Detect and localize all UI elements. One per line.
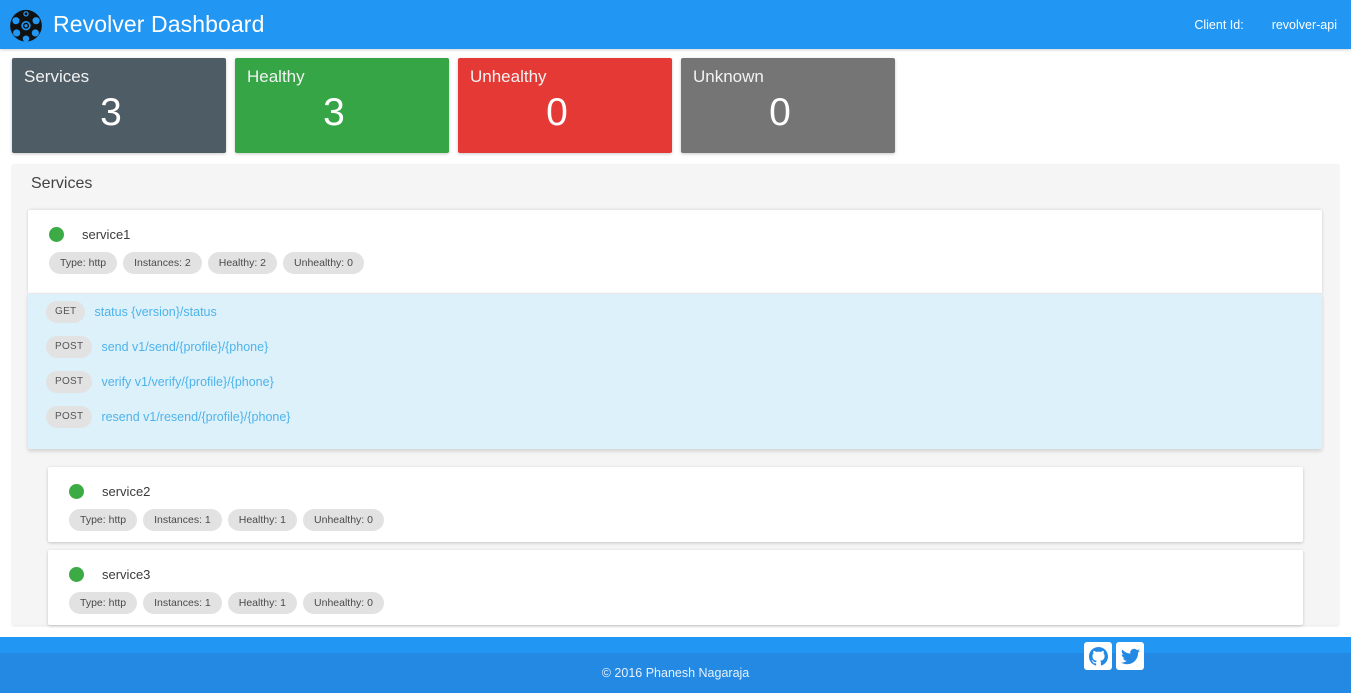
stat-card-services[interactable]: Services 3 (12, 58, 226, 153)
revolver-cylinder-icon (10, 9, 42, 42)
stats-row: Services 3 Healthy 3 Unhealthy 0 Unknown… (12, 58, 895, 153)
twitter-icon (1120, 648, 1140, 664)
badge-type: Type: http (69, 592, 138, 614)
services-panel: Services service1 Type: http Instances: … (12, 164, 1339, 625)
service-name: service2 (102, 484, 151, 499)
panel-title: Services (31, 175, 93, 192)
stat-value: 3 (323, 91, 345, 134)
service-endpoints: GET status {version}/status POST send v1… (28, 293, 1322, 449)
stat-value: 3 (100, 91, 122, 134)
badge-unhealthy: Unhealthy: 0 (303, 509, 384, 531)
stat-card-unknown[interactable]: Unknown 0 (681, 58, 895, 153)
endpoint-path-link[interactable]: status {version}/status (94, 305, 216, 319)
github-link[interactable] (1084, 642, 1112, 670)
service-card[interactable]: service2 Type: http Instances: 1 Healthy… (48, 467, 1303, 542)
footer-social-links (1084, 642, 1144, 670)
badge-healthy: Healthy: 1 (227, 592, 298, 614)
status-dot-icon (49, 227, 64, 242)
navbar-right: Client Id: revolver-api (1194, 18, 1351, 32)
stat-card-healthy[interactable]: Healthy 3 (235, 58, 449, 153)
http-method-badge: POST (46, 405, 93, 428)
app-root: Revolver Dashboard Client Id: revolver-a… (0, 0, 1351, 693)
service-name: service1 (82, 227, 131, 242)
badge-type: Type: http (69, 509, 138, 531)
github-icon (1088, 646, 1108, 666)
footer: © 2016 Phanesh Nagaraja (0, 642, 1351, 693)
badge-healthy: Healthy: 1 (227, 509, 298, 531)
endpoint-path-link[interactable]: resend v1/resend/{profile}/{phone} (101, 410, 290, 424)
client-id-value: revolver-api (1271, 17, 1337, 32)
stat-title: Unhealthy (470, 67, 547, 86)
badge-healthy: Healthy: 2 (207, 252, 278, 274)
stat-card-unhealthy[interactable]: Unhealthy 0 (458, 58, 672, 153)
service-card[interactable]: service1 Type: http Instances: 2 Healthy… (28, 210, 1322, 293)
client-id-label: Client Id: (1194, 17, 1244, 32)
brand-title: Revolver Dashboard (53, 11, 265, 37)
service-badges: Type: http Instances: 1 Healthy: 1 Unhea… (48, 509, 1303, 531)
footer-copyright: © 2016 Phanesh Nagaraja (601, 666, 750, 680)
status-dot-icon (69, 567, 84, 582)
badge-unhealthy: Unhealthy: 0 (303, 592, 384, 614)
stat-title: Unknown (693, 67, 764, 86)
top-navbar: Revolver Dashboard Client Id: revolver-a… (0, 0, 1351, 49)
service-header: service1 (28, 210, 1322, 244)
badge-instances: Instances: 1 (143, 592, 222, 614)
endpoint-row[interactable]: POST send v1/send/{profile}/{phone} (28, 329, 1322, 364)
http-method-badge: POST (46, 335, 93, 358)
status-dot-icon (69, 484, 84, 499)
endpoint-path-link[interactable]: send v1/send/{profile}/{phone} (101, 340, 268, 354)
badge-instances: Instances: 2 (123, 252, 202, 274)
service-header: service3 (48, 550, 1303, 584)
service-name: service3 (102, 567, 151, 582)
badge-type: Type: http (49, 252, 118, 274)
http-method-badge: POST (46, 370, 93, 393)
http-method-badge: GET (46, 300, 86, 323)
endpoint-row[interactable]: POST verify v1/verify/{profile}/{phone} (28, 364, 1322, 399)
endpoint-row[interactable]: POST resend v1/resend/{profile}/{phone} (28, 399, 1322, 434)
stat-title: Healthy (247, 67, 305, 86)
footer-top-strip (0, 637, 1351, 653)
stat-value: 0 (769, 91, 791, 134)
stat-value: 0 (546, 91, 568, 134)
service-header: service2 (48, 467, 1303, 501)
badge-unhealthy: Unhealthy: 0 (283, 252, 364, 274)
brand[interactable]: Revolver Dashboard (0, 0, 264, 49)
service-badges: Type: http Instances: 1 Healthy: 1 Unhea… (48, 592, 1303, 614)
twitter-link[interactable] (1116, 642, 1144, 670)
stat-title: Services (24, 67, 90, 86)
service-badges: Type: http Instances: 2 Healthy: 2 Unhea… (28, 252, 1322, 274)
endpoint-row[interactable]: GET status {version}/status (28, 294, 1322, 329)
badge-instances: Instances: 1 (143, 509, 222, 531)
service-card[interactable]: service3 Type: http Instances: 1 Healthy… (48, 550, 1303, 625)
endpoint-path-link[interactable]: verify v1/verify/{profile}/{phone} (101, 375, 273, 389)
